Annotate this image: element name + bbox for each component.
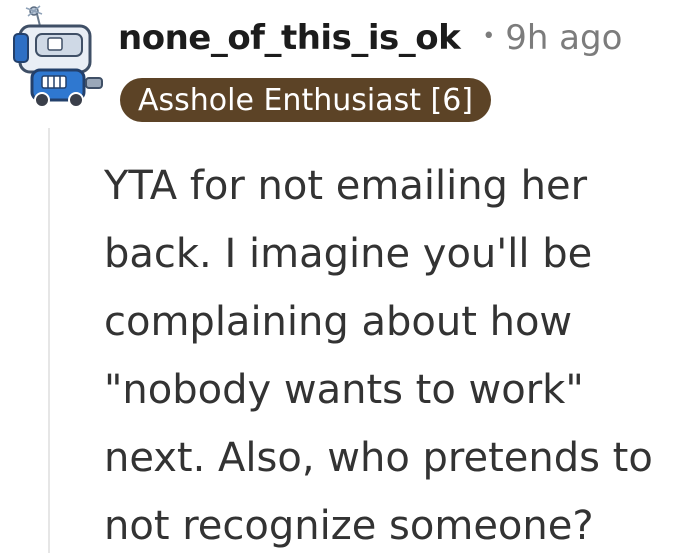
comment-line: "nobody wants to work"	[104, 367, 584, 413]
separator-dot: •	[482, 24, 496, 49]
comment-line: next. Also, who pretends to	[104, 435, 653, 481]
comment-header: none_of_this_is_ok • 9h ago	[118, 18, 622, 58]
user-flair-badge: Asshole Enthusiast [6]	[120, 78, 492, 122]
comment-line: YTA for not emailing her	[104, 163, 588, 209]
comment-line: not recognize someone?	[104, 503, 594, 549]
comment-body: YTA for not emailing her back. I imagine…	[104, 152, 694, 560]
timestamp[interactable]: 9h ago	[505, 18, 622, 58]
avatar[interactable]	[6, 4, 110, 108]
flair-label: Asshole Enthusiast [6]	[138, 82, 474, 118]
comment-line: complaining about how	[104, 299, 573, 345]
comment-line: back. I imagine you'll be	[104, 231, 593, 277]
username-link[interactable]: none_of_this_is_ok	[118, 18, 461, 58]
thread-line[interactable]	[48, 128, 50, 553]
robot-avatar-icon	[13, 5, 103, 108]
